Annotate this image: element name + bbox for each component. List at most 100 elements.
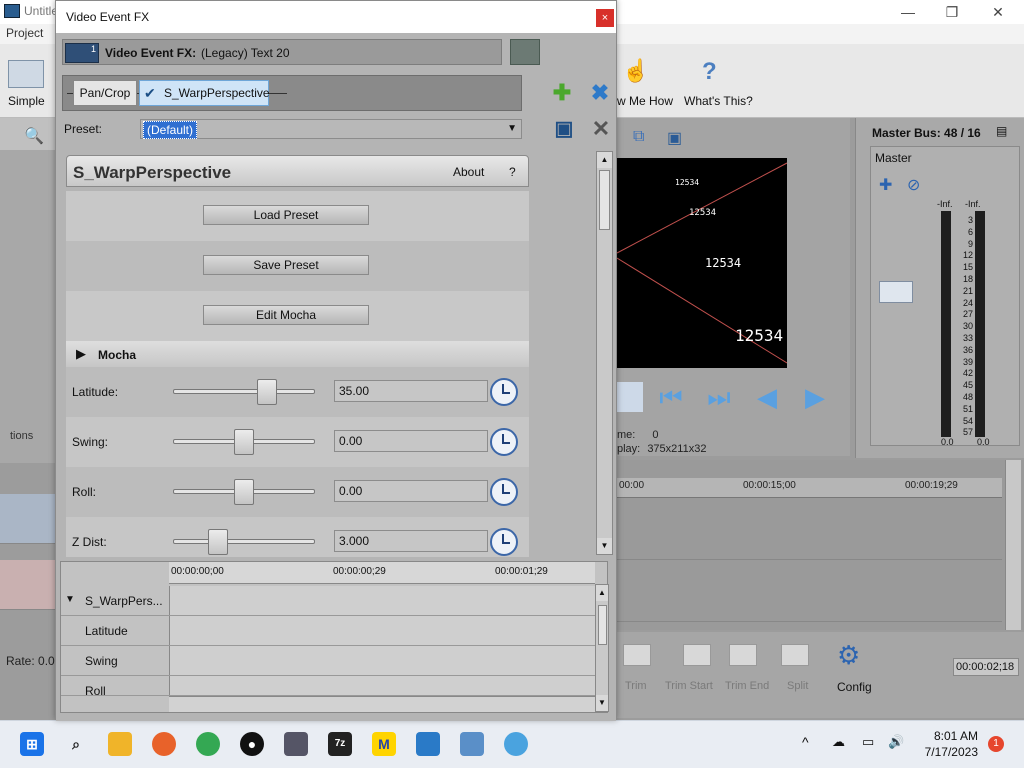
keyframe-lane[interactable] (169, 646, 595, 675)
param-label: Z Dist: (72, 535, 107, 549)
edit-mocha-button[interactable]: Edit Mocha (203, 305, 369, 325)
maximize-button[interactable]: ❐ (932, 2, 972, 22)
about-button[interactable]: About (453, 165, 484, 179)
master-bus-menu-icon[interactable]: ▤ (996, 124, 1007, 138)
stop-button[interactable] (613, 382, 643, 412)
mocha-section-header[interactable]: ▶ Mocha (66, 341, 529, 367)
add-plugin-icon[interactable]: ✚ (550, 81, 574, 105)
close-window-button[interactable]: ✕ (978, 2, 1018, 22)
show-me-how-label[interactable]: w Me How (617, 94, 673, 108)
fx-chain-list-icon[interactable] (510, 39, 540, 65)
help-button[interactable]: ? (509, 165, 516, 179)
mocha-icon[interactable]: M (372, 732, 396, 756)
config-label[interactable]: Config (837, 680, 872, 694)
chain-item-pan-crop[interactable]: Pan/Crop (73, 80, 137, 106)
display-icon[interactable]: ▭ (862, 734, 874, 750)
minimize-button[interactable]: — (888, 2, 928, 22)
scroll-thumb[interactable] (598, 605, 607, 645)
save-preset-button[interactable]: Save Preset (203, 255, 369, 275)
param-slider-track[interactable] (173, 389, 315, 394)
insert-fx-icon[interactable]: ✚ (879, 175, 892, 195)
save-snapshot-icon[interactable]: ▣ (667, 128, 682, 148)
audio-track-lane[interactable] (617, 562, 1002, 622)
whats-this-icon[interactable]: ? (702, 58, 730, 86)
scroll-thumb[interactable] (599, 170, 610, 230)
scroll-down-arrow[interactable]: ▼ (597, 538, 612, 554)
notification-badge[interactable]: 1 (988, 736, 1004, 752)
search-icon[interactable]: ⌕ (64, 732, 88, 756)
scroll-up-arrow[interactable]: ▲ (597, 152, 612, 168)
dialog-close-button[interactable]: × (596, 9, 614, 27)
left-panel-tab-label[interactable]: tions (10, 430, 33, 442)
param-slider-thumb[interactable] (257, 379, 278, 405)
volume-icon[interactable]: 🔊 (888, 734, 904, 750)
menu-project[interactable]: Project (6, 26, 43, 40)
start-menu-icon[interactable]: ⊞ (20, 732, 44, 756)
delete-preset-icon[interactable]: ✕ (589, 117, 613, 141)
animate-clock-icon[interactable] (490, 478, 518, 506)
load-preset-button[interactable]: Load Preset (203, 205, 369, 225)
checkmark-icon[interactable]: ✔ (144, 85, 160, 101)
animate-clock-icon[interactable] (490, 428, 518, 456)
chevron-down-icon[interactable]: ▼ (507, 123, 517, 134)
copy-icon[interactable]: ⧉ (633, 128, 644, 146)
collapse-triangle-icon[interactable]: ▼ (65, 594, 75, 605)
audio-track-header[interactable] (0, 560, 58, 610)
record-icon[interactable]: ● (240, 732, 264, 756)
expand-triangle-icon[interactable]: ▶ (76, 346, 86, 362)
chain-item-warp-perspective[interactable]: ✔ S_WarpPerspective (139, 80, 270, 106)
save-preset-icon[interactable]: ▣ (552, 117, 576, 141)
firefox-icon[interactable] (152, 732, 176, 756)
param-slider-track[interactable] (173, 539, 315, 544)
video-track-header[interactable] (0, 494, 58, 544)
timeline-vscroll[interactable] (1005, 460, 1021, 630)
scroll-up-arrow[interactable]: ▲ (596, 585, 608, 601)
param-value-field[interactable]: 35.00 (334, 380, 488, 402)
split-button[interactable] (781, 644, 809, 666)
trim-end-button[interactable] (729, 644, 757, 666)
param-value-field[interactable]: 3.000 (334, 530, 488, 552)
network-icon[interactable]: ☁ (832, 734, 845, 750)
globe-app-icon[interactable] (504, 732, 528, 756)
taskbar-clock[interactable]: 8:01 AM 7/17/2023 (910, 728, 978, 760)
remove-plugin-icon[interactable]: ✖ (588, 81, 612, 105)
7zip-icon[interactable]: 7z (328, 732, 352, 756)
go-to-end-icon[interactable]: ⏭ (704, 382, 734, 412)
previous-frame-icon[interactable]: ◀ (752, 382, 782, 412)
trim-button[interactable] (623, 644, 651, 666)
go-to-start-icon[interactable]: ⏮ (656, 382, 686, 412)
mute-icon[interactable]: ⊘ (907, 175, 920, 195)
keyframe-lane[interactable] (169, 676, 595, 695)
vegas-taskbar-icon[interactable] (416, 732, 440, 756)
config-gear-icon[interactable]: ⚙ (837, 640, 860, 671)
file-explorer-icon[interactable] (108, 732, 132, 756)
dialog-titlebar[interactable]: Video Event FX × (56, 1, 616, 33)
master-fader[interactable] (879, 281, 913, 303)
preset-dropdown[interactable]: (Default) ▼ (140, 119, 522, 139)
keyframe-vscrollbar[interactable]: ▲ ▼ (595, 584, 609, 712)
video-track-lane[interactable] (617, 500, 1002, 560)
param-value-field[interactable]: 0.00 (334, 480, 488, 502)
monitor-app-icon[interactable] (460, 732, 484, 756)
animate-clock-icon[interactable] (490, 528, 518, 556)
param-slider-thumb[interactable] (208, 529, 229, 555)
whats-this-label[interactable]: What's This? (684, 94, 753, 108)
animate-clock-icon[interactable] (490, 378, 518, 406)
trim-start-button[interactable] (683, 644, 711, 666)
tray-overflow-icon[interactable]: ^ (802, 734, 809, 750)
keyframe-lane[interactable] (169, 616, 595, 645)
simple-layout-icon[interactable] (8, 60, 44, 88)
master-level-right: 0.0 (977, 437, 990, 447)
param-value-field[interactable]: 0.00 (334, 430, 488, 452)
param-slider-thumb[interactable] (234, 479, 254, 505)
video-editor-icon[interactable] (284, 732, 308, 756)
plugin-scrollbar[interactable]: ▲ ▼ (596, 151, 613, 555)
keyframe-hscrollbar[interactable] (169, 696, 595, 712)
param-slider-thumb[interactable] (234, 429, 254, 455)
show-me-how-icon[interactable]: ☝ (622, 58, 650, 86)
scroll-down-arrow[interactable]: ▼ (596, 695, 608, 711)
next-frame-icon[interactable]: ▶ (800, 382, 830, 412)
keyframe-lane[interactable] (169, 586, 595, 615)
chrome-icon[interactable] (196, 732, 220, 756)
search-icon[interactable]: 🔍 (24, 126, 44, 146)
